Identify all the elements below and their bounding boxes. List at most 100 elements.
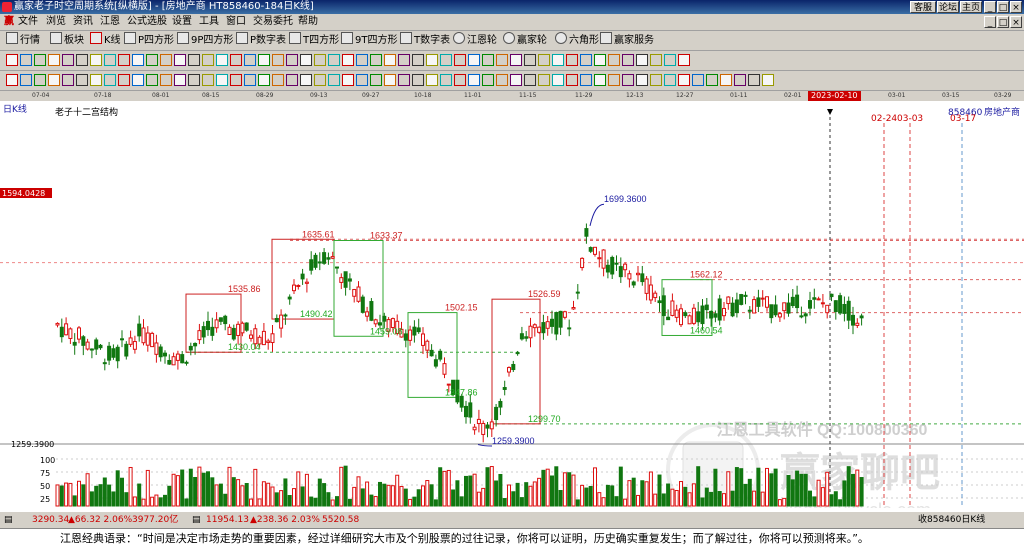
child-minimize-icon[interactable]: _ [984, 16, 996, 28]
forum-button[interactable]: 论坛 [937, 1, 959, 13]
draw-tool-icon-40[interactable] [566, 54, 578, 66]
analysis-tool-icon-53[interactable] [748, 74, 760, 86]
toolbar-p-square[interactable]: P四方形 [124, 31, 174, 50]
draw-tool-icon-13[interactable] [188, 54, 200, 66]
draw-tool-icon-44[interactable] [622, 54, 634, 66]
analysis-tool-icon-23[interactable] [328, 74, 340, 86]
draw-tool-icon-45[interactable] [636, 54, 648, 66]
kline-chart[interactable]: 江恩工具软件 QQ:100800360 赢家聊吧 liaoba.yjcycle.… [0, 101, 1024, 520]
draw-tool-icon-25[interactable] [356, 54, 368, 66]
draw-tool-icon-37[interactable] [524, 54, 536, 66]
analysis-tool-icon-36[interactable] [510, 74, 522, 86]
menu-file[interactable]: 文件 [18, 14, 38, 30]
draw-tool-icon-16[interactable] [230, 54, 242, 66]
draw-tool-icon-18[interactable] [258, 54, 270, 66]
analysis-tool-icon-29[interactable] [412, 74, 424, 86]
toolbar-winner-wheel[interactable]: 赢家轮 [503, 31, 547, 50]
draw-tool-icon-19[interactable] [272, 54, 284, 66]
draw-tool-icon-15[interactable] [216, 54, 228, 66]
analysis-tool-icon-30[interactable] [426, 74, 438, 86]
analysis-tool-icon-33[interactable] [468, 74, 480, 86]
draw-tool-icon-38[interactable] [538, 54, 550, 66]
analysis-tool-icon-13[interactable] [188, 74, 200, 86]
draw-tool-icon-35[interactable] [496, 54, 508, 66]
toolbar-sectors[interactable]: 板块 [50, 31, 84, 50]
child-restore-icon[interactable]: □ [997, 16, 1009, 28]
analysis-tool-icon-19[interactable] [272, 74, 284, 86]
draw-tool-icon-43[interactable] [608, 54, 620, 66]
toolbar-quotes[interactable]: 行情 [6, 31, 40, 50]
analysis-tool-icon-22[interactable] [314, 74, 326, 86]
analysis-tool-icon-49[interactable] [692, 74, 704, 86]
draw-tool-icon-47[interactable] [664, 54, 676, 66]
draw-tool-icon-24[interactable] [342, 54, 354, 66]
menu-window[interactable]: 窗口 [226, 14, 246, 30]
analysis-tool-icon-34[interactable] [482, 74, 494, 86]
chart-canvas[interactable]: 江恩工具软件 QQ:100800360 赢家聊吧 liaoba.yjcycle.… [0, 101, 1024, 520]
service-button[interactable]: 客服 [910, 1, 936, 13]
analysis-tool-icon-50[interactable] [706, 74, 718, 86]
analysis-tool-icon-21[interactable] [300, 74, 312, 86]
analysis-tool-icon-7[interactable] [104, 74, 116, 86]
draw-tool-icon-41[interactable] [580, 54, 592, 66]
analysis-tool-icon-44[interactable] [622, 74, 634, 86]
draw-tool-icon-31[interactable] [440, 54, 452, 66]
home-button[interactable]: 主页 [960, 1, 982, 13]
analysis-tool-icon-18[interactable] [258, 74, 270, 86]
draw-tool-icon-0[interactable] [6, 54, 18, 66]
draw-tool-icon-32[interactable] [454, 54, 466, 66]
analysis-tool-icon-24[interactable] [342, 74, 354, 86]
menu-tools[interactable]: 工具 [199, 14, 219, 30]
draw-tool-icon-1[interactable] [20, 54, 32, 66]
analysis-tool-icon-38[interactable] [538, 74, 550, 86]
toolbar-t-table[interactable]: T数字表 [400, 31, 450, 50]
toolbar-hexagon[interactable]: 六角形 [555, 31, 599, 50]
analysis-tool-icon-20[interactable] [286, 74, 298, 86]
draw-tool-icon-29[interactable] [412, 54, 424, 66]
analysis-tool-icon-6[interactable] [90, 74, 102, 86]
menu-news[interactable]: 资讯 [73, 14, 93, 30]
analysis-tool-icon-42[interactable] [594, 74, 606, 86]
analysis-tool-icon-12[interactable] [174, 74, 186, 86]
draw-tool-icon-26[interactable] [370, 54, 382, 66]
analysis-tool-icon-28[interactable] [398, 74, 410, 86]
menu-gann[interactable]: 江恩 [100, 14, 120, 30]
analysis-tool-icon-4[interactable] [62, 74, 74, 86]
analysis-tool-icon-43[interactable] [608, 74, 620, 86]
draw-tool-icon-42[interactable] [594, 54, 606, 66]
draw-tool-icon-36[interactable] [510, 54, 522, 66]
analysis-tool-icon-10[interactable] [146, 74, 158, 86]
toolbar-p-table[interactable]: P数字表 [236, 31, 286, 50]
child-close-icon[interactable]: × [1010, 16, 1022, 28]
analysis-tool-icon-41[interactable] [580, 74, 592, 86]
draw-tool-icon-48[interactable] [678, 54, 690, 66]
analysis-tool-icon-45[interactable] [636, 74, 648, 86]
maximize-icon[interactable]: □ [997, 1, 1009, 13]
toolbar-gann-wheel[interactable]: 江恩轮 [453, 31, 497, 50]
analysis-tool-icon-27[interactable] [384, 74, 396, 86]
analysis-tool-icon-11[interactable] [160, 74, 172, 86]
menu-settings[interactable]: 设置 [172, 14, 192, 30]
draw-tool-icon-7[interactable] [104, 54, 116, 66]
analysis-tool-icon-16[interactable] [230, 74, 242, 86]
draw-tool-icon-5[interactable] [76, 54, 88, 66]
draw-tool-icon-22[interactable] [314, 54, 326, 66]
draw-tool-icon-3[interactable] [48, 54, 60, 66]
analysis-tool-icon-39[interactable] [552, 74, 564, 86]
draw-tool-icon-6[interactable] [90, 54, 102, 66]
draw-tool-icon-14[interactable] [202, 54, 214, 66]
draw-tool-icon-4[interactable] [62, 54, 74, 66]
toolbar-t-square[interactable]: T四方形 [289, 31, 339, 50]
draw-tool-icon-28[interactable] [398, 54, 410, 66]
toolbar-9p-square[interactable]: 9P四方形 [177, 31, 233, 50]
draw-tool-icon-30[interactable] [426, 54, 438, 66]
draw-tool-icon-46[interactable] [650, 54, 662, 66]
draw-tool-icon-11[interactable] [160, 54, 172, 66]
draw-tool-icon-34[interactable] [482, 54, 494, 66]
draw-tool-icon-21[interactable] [300, 54, 312, 66]
analysis-tool-icon-14[interactable] [202, 74, 214, 86]
analysis-tool-icon-1[interactable] [20, 74, 32, 86]
analysis-tool-icon-37[interactable] [524, 74, 536, 86]
analysis-tool-icon-0[interactable] [6, 74, 18, 86]
analysis-tool-icon-40[interactable] [566, 74, 578, 86]
